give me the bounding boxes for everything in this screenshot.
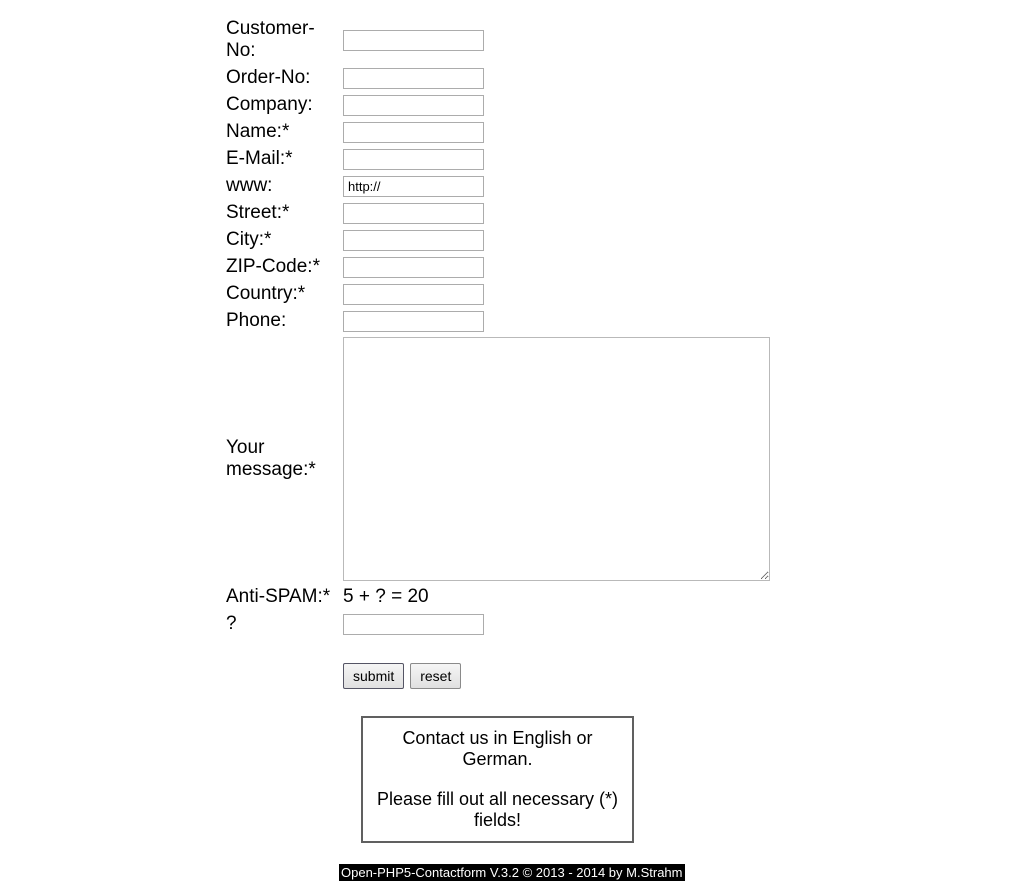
antispam-equation: 5 + ? = 20 <box>343 586 429 608</box>
label-country: Country:* <box>226 283 343 305</box>
button-row: submit reset <box>343 663 770 689</box>
label-www: www: <box>226 175 343 197</box>
row-phone: Phone: <box>226 310 770 332</box>
row-www: www: <box>226 175 770 197</box>
label-company: Company: <box>226 94 343 116</box>
zip-input[interactable] <box>343 257 484 278</box>
label-email: E-Mail:* <box>226 148 343 170</box>
row-street: Street:* <box>226 202 770 224</box>
row-zip: ZIP-Code:* <box>226 256 770 278</box>
label-antispam: Anti-SPAM:* <box>226 586 343 608</box>
contact-form: Customer-No: Order-No: Company: Name:* E… <box>226 18 770 843</box>
message-textarea[interactable] <box>343 337 770 581</box>
www-input[interactable] <box>343 176 484 197</box>
label-zip: ZIP-Code:* <box>226 256 343 278</box>
row-country: Country:* <box>226 283 770 305</box>
company-input[interactable] <box>343 95 484 116</box>
label-question: ? <box>226 613 343 635</box>
country-input[interactable] <box>343 284 484 305</box>
row-company: Company: <box>226 94 770 116</box>
row-question: ? <box>226 613 770 635</box>
street-input[interactable] <box>343 203 484 224</box>
row-message: Your message:* <box>226 337 770 581</box>
customer-no-input[interactable] <box>343 30 484 51</box>
info-box: Contact us in English or German. Please … <box>361 716 634 843</box>
email-input[interactable] <box>343 149 484 170</box>
row-email: E-Mail:* <box>226 148 770 170</box>
row-antispam: Anti-SPAM:* 5 + ? = 20 <box>226 586 770 608</box>
order-no-input[interactable] <box>343 68 484 89</box>
phone-input[interactable] <box>343 311 484 332</box>
city-input[interactable] <box>343 230 484 251</box>
footer-credit: Open-PHP5-Contactform V.3.2 © 2013 - 201… <box>339 864 685 881</box>
antispam-input[interactable] <box>343 614 484 635</box>
label-city: City:* <box>226 229 343 251</box>
row-city: City:* <box>226 229 770 251</box>
info-line2: Please fill out all necessary (*) fields… <box>369 789 626 831</box>
label-street: Street:* <box>226 202 343 224</box>
label-message: Your message:* <box>226 437 343 481</box>
label-phone: Phone: <box>226 310 343 332</box>
label-customer-no: Customer-No: <box>226 18 343 62</box>
row-name: Name:* <box>226 121 770 143</box>
name-input[interactable] <box>343 122 484 143</box>
submit-button[interactable]: submit <box>343 663 404 689</box>
label-name: Name:* <box>226 121 343 143</box>
info-line1: Contact us in English or German. <box>369 728 626 770</box>
row-order-no: Order-No: <box>226 67 770 89</box>
row-customer-no: Customer-No: <box>226 18 770 62</box>
reset-button[interactable]: reset <box>410 663 461 689</box>
label-order-no: Order-No: <box>226 67 343 89</box>
